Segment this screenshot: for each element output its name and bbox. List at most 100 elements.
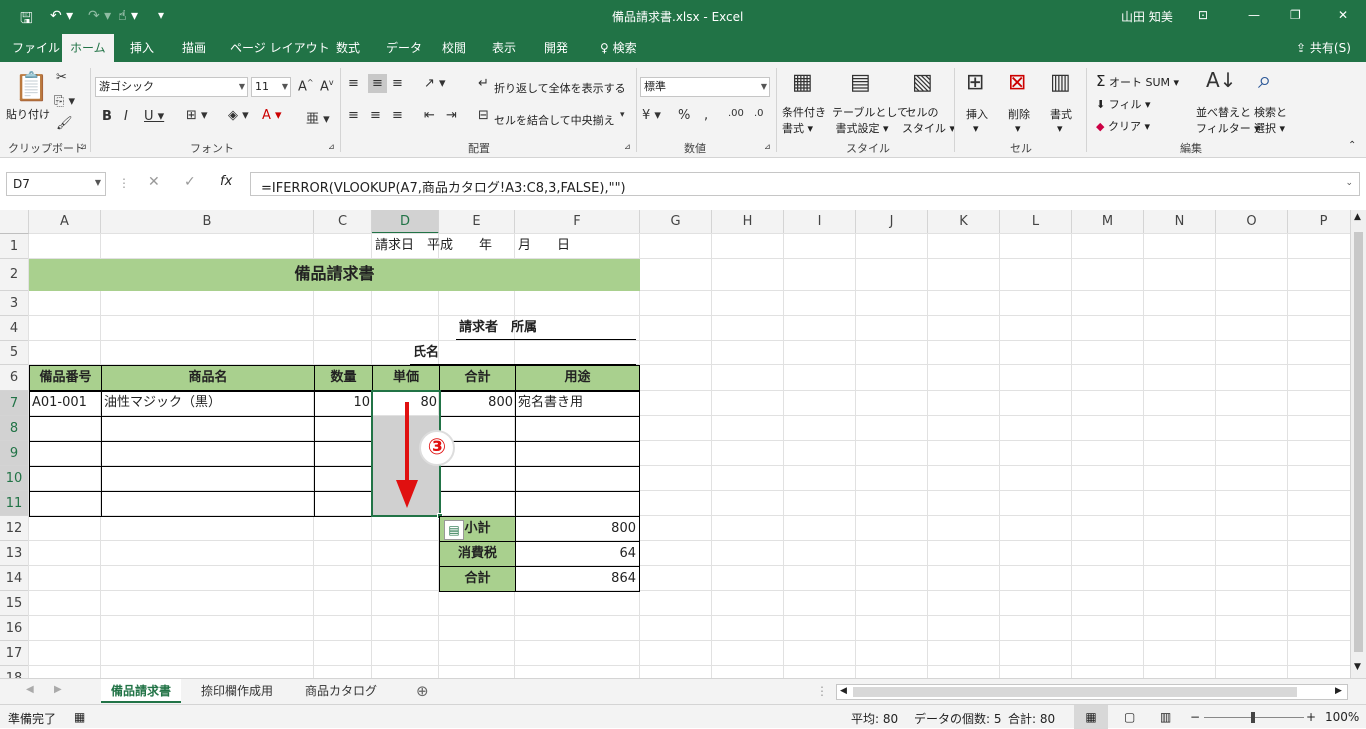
row-header[interactable]: 18 [0,666,29,678]
autofill-options-icon[interactable]: ▤ [444,520,464,540]
format-cells-button[interactable]: 書式 ▾ [1050,106,1072,135]
cell-styles-icon[interactable]: ▧ [912,70,933,95]
find-select-button[interactable]: 検索と 選択 ▾ [1254,104,1287,136]
font-launcher-icon[interactable]: ⊿ [328,142,335,151]
vertical-scroll-thumb[interactable] [1354,232,1363,652]
align-middle-icon[interactable]: ≡ [368,74,387,93]
row-header[interactable]: 10 [0,466,29,491]
increase-indent-icon[interactable]: ⇥ [446,108,457,123]
column-header[interactable]: O [1216,210,1288,234]
alignment-launcher-icon[interactable]: ⊿ [624,142,631,151]
header-total[interactable]: 合計 [439,365,516,391]
align-right-icon[interactable]: ≡ [392,108,403,123]
column-header[interactable]: L [1000,210,1072,234]
tax-label[interactable]: 消費税 [439,541,516,567]
prev-sheet-icon[interactable]: ◀ [26,684,34,695]
italic-icon[interactable]: I [124,109,128,124]
search-tell-me[interactable]: ♀ 検索 [592,34,645,62]
table-cell[interactable] [29,491,102,517]
row-header[interactable]: 11 [0,491,29,516]
table-cell[interactable] [29,441,102,467]
row-header[interactable]: 9 [0,441,29,466]
conditional-format-icon[interactable]: ▦ [792,70,813,95]
user-name[interactable]: 山田 知美 [1121,8,1173,25]
sheet-tab-seal[interactable]: 捺印欄作成用 [191,679,283,703]
align-left-icon[interactable]: ≡ [348,108,359,123]
table-cell[interactable] [515,491,640,517]
cell-c7[interactable]: 10 [314,391,373,416]
name-box[interactable]: D7 ▼ [6,172,106,196]
cancel-icon[interactable]: ✕ [148,174,160,190]
sort-filter-icon[interactable]: A↓ [1206,68,1236,92]
sort-filter-button[interactable]: 並べ替えと フィルター ▾ [1196,104,1260,136]
vertical-scrollbar[interactable]: ▲ ▼ [1350,210,1366,678]
average-status[interactable]: 平均: 80 [851,710,898,727]
requester-cell[interactable]: 請求者 所属 [456,316,636,340]
wrap-text-icon[interactable]: ↵ [478,76,489,91]
conditional-format-button[interactable]: 条件付き 書式 ▾ [782,104,826,136]
tab-formulas[interactable]: 数式 [328,34,368,62]
font-name-combo[interactable]: 游ゴシック ▼ [95,77,248,97]
column-header[interactable]: M [1072,210,1144,234]
delete-cells-icon[interactable]: ⊠ [1008,70,1026,95]
table-cell[interactable] [515,441,640,467]
horizontal-scroll-thumb[interactable] [853,687,1297,697]
tab-draw[interactable]: 描画 [174,34,214,62]
tab-file[interactable]: ファイル [4,34,68,62]
name-cell[interactable]: 氏名 [410,341,636,365]
zoom-in-icon[interactable]: + [1306,710,1316,724]
phonetic-icon[interactable]: 亜 ▾ [306,108,330,127]
row-header[interactable]: 1 [0,234,29,259]
select-all-corner[interactable] [0,210,29,234]
fill-color-icon[interactable]: ◈ ▾ [228,108,249,123]
row-header[interactable]: 2 [0,259,29,291]
close-icon[interactable]: ✕ [1338,8,1348,22]
column-header[interactable]: I [784,210,856,234]
table-cell[interactable] [29,416,102,442]
increase-decimal-icon[interactable]: .00 [728,108,744,119]
tab-data[interactable]: データ [378,34,430,62]
table-cell[interactable] [439,491,516,517]
font-size-combo[interactable]: 11 ▼ [251,77,291,97]
percent-icon[interactable]: % [678,108,690,123]
font-color-icon[interactable]: A ▾ [262,108,282,123]
accounting-format-icon[interactable]: ¥ ▾ [642,108,661,123]
macro-record-icon[interactable]: ▦ [74,710,85,724]
table-cell[interactable] [314,491,373,517]
row-header[interactable]: 15 [0,591,29,616]
table-cell[interactable] [439,466,516,492]
table-cell[interactable] [101,416,315,442]
sheet-title-cell[interactable]: 備品請求書 [29,259,640,291]
table-cell[interactable] [314,466,373,492]
cell-styles-button[interactable]: セルの スタイル ▾ [902,104,955,136]
count-status[interactable]: データの個数: 5 [914,710,1002,727]
row-header[interactable]: 7 [0,391,29,416]
request-date-cell[interactable]: 請求日 平成 年 月 日 [372,234,638,259]
merge-center-icon[interactable]: ⊟ [478,108,489,123]
column-header[interactable]: G [640,210,712,234]
column-header[interactable]: N [1144,210,1216,234]
page-break-view-icon[interactable]: ▥ [1160,710,1171,724]
insert-cells-icon[interactable]: ⊞ [966,70,984,95]
fill-button[interactable]: ⬇ フィル ▾ [1096,96,1151,112]
sum-status[interactable]: 合計: 80 [1008,710,1055,727]
align-bottom-icon[interactable]: ≡ [392,76,403,91]
table-cell[interactable] [314,441,373,467]
number-format-combo[interactable]: 標準 ▼ [640,77,770,97]
zoom-slider-thumb[interactable] [1251,712,1255,723]
underline-icon[interactable]: U ▾ [144,109,164,124]
page-layout-view-icon[interactable]: ▢ [1124,710,1135,724]
collapse-ribbon-icon[interactable]: ⌃ [1348,140,1356,151]
decrease-decimal-icon[interactable]: .0 [754,108,764,119]
delete-cells-button[interactable]: 削除 ▾ [1008,106,1030,135]
find-select-icon[interactable]: ⌕ [1258,66,1271,94]
table-cell[interactable] [101,491,315,517]
decrease-font-icon[interactable]: Av [320,78,334,94]
add-sheet-icon[interactable]: ⊕ [416,682,429,700]
share-button[interactable]: ⇪ 共有(S) [1288,34,1359,62]
insert-function-icon[interactable]: fx [220,174,232,189]
scroll-left-icon[interactable]: ◀ [840,686,847,696]
chevron-down-icon[interactable]: ▾ [620,110,625,120]
table-cell[interactable] [515,416,640,442]
copy-icon[interactable]: ⎘ ▾ [54,94,75,109]
